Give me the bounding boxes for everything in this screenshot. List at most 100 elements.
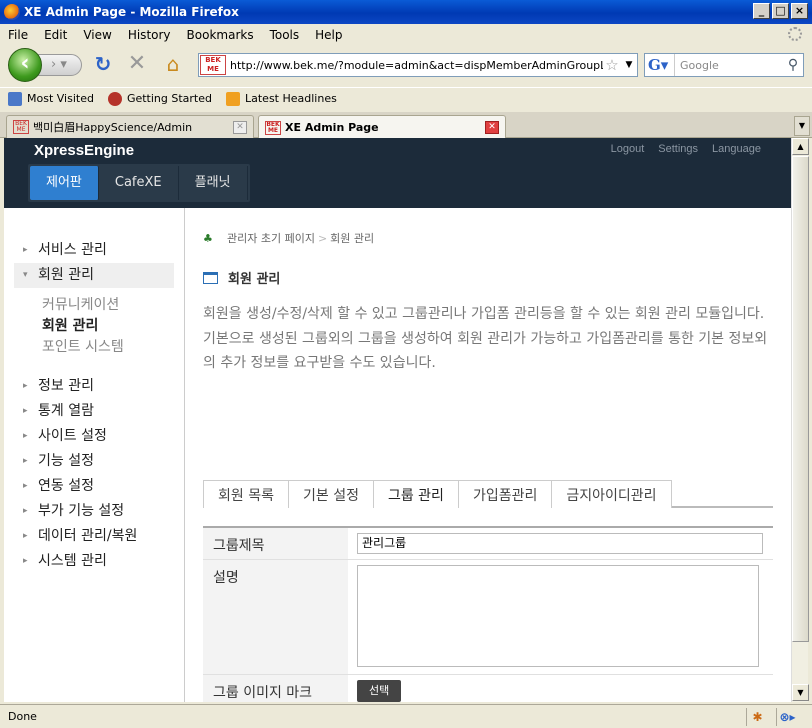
bookmarks-toolbar: Most Visited Getting Started Latest Head… — [0, 87, 812, 109]
window-controls: _ □ × — [753, 3, 808, 19]
reload-icon[interactable]: ↻ — [92, 53, 114, 75]
tab-basic-settings[interactable]: 기본 설정 — [287, 480, 374, 508]
xe-header: XpressEngine Logout Settings Language 제어… — [4, 138, 791, 208]
tab-favicon: BEK ME — [13, 120, 29, 134]
sidebar-sub-point[interactable]: 포인트 시스템 — [42, 336, 124, 356]
tab-group-management[interactable]: 그룹 관리 — [372, 480, 459, 508]
browser-tab-bar: BEK ME 백미白眉HappyScience/Admin ✕ BEK ME X… — [0, 112, 812, 139]
gnb-control-panel[interactable]: 제어판 — [30, 166, 99, 200]
menu-tools[interactable]: Tools — [270, 28, 300, 42]
home-icon[interactable]: ⌂ — [162, 53, 184, 75]
rss-feed-icon — [226, 91, 240, 106]
xe-logo[interactable]: XpressEngine — [34, 142, 134, 159]
menu-file[interactable]: File — [8, 28, 28, 42]
sidebar-item-system[interactable]: 시스템 관리 — [14, 549, 174, 574]
description-line: 기본으로 생성된 그룹외의 그룹을 생성하여 회원 관리가 가능하고 가입폼관리… — [203, 330, 768, 372]
page-title: 회원 관리 — [203, 268, 280, 287]
url-dropdown-icon[interactable]: ▼ — [621, 60, 637, 70]
settings-link[interactable]: Settings — [658, 143, 698, 155]
scroll-thumb[interactable] — [792, 156, 809, 642]
breadcrumb-home[interactable]: 관리자 초기 페이지 — [227, 230, 315, 246]
page-viewport: XpressEngine Logout Settings Language 제어… — [4, 138, 791, 702]
browser-tab-admin-blog[interactable]: BEK ME 백미白眉HappyScience/Admin ✕ — [6, 115, 254, 138]
address-bar[interactable]: BEK ME http://www.bek.me/?module=admin&a… — [198, 53, 638, 77]
vertical-scrollbar[interactable]: ▲ ▼ — [791, 138, 809, 702]
description-line: 회원을 생성/수정/삭제 할 수 있고 그룹관리나 가입폼 관리등을 할 수 있… — [203, 306, 765, 322]
scroll-down-arrow[interactable]: ▼ — [792, 684, 809, 701]
scroll-up-arrow[interactable]: ▲ — [792, 138, 809, 155]
module-description: 회원을 생성/수정/삭제 할 수 있고 그룹관리나 가입폼 관리등을 할 수 있… — [203, 302, 773, 376]
breadcrumb: ♣ 관리자 초기 페이지 > 회원 관리 — [203, 230, 374, 246]
description-cell — [348, 560, 773, 672]
forward-button[interactable]: › ▾ — [38, 54, 82, 76]
tab-join-form[interactable]: 가입폼관리 — [457, 480, 553, 508]
tab-denied-ids[interactable]: 금지아이디관리 — [551, 480, 672, 508]
window-titlebar: XE Admin Page - Mozilla Firefox _ □ × — [0, 0, 812, 24]
select-image-button[interactable]: 선택 — [357, 680, 402, 702]
language-link[interactable]: Language — [712, 143, 761, 155]
group-title-cell: 관리그룹 — [348, 528, 773, 559]
most-visited-icon — [8, 91, 22, 106]
search-icon[interactable]: ⚲ — [783, 57, 803, 73]
stop-icon[interactable]: ✕ — [126, 53, 148, 75]
group-title-label: 그룹제목 — [203, 528, 348, 559]
sidebar-item-site[interactable]: 사이트 설정 — [14, 424, 174, 449]
sidebar-item-data[interactable]: 데이터 관리/복원 — [14, 524, 174, 549]
menu-help[interactable]: Help — [315, 28, 342, 42]
sidebar-item-integration[interactable]: 연동 설정 — [14, 474, 174, 499]
status-text: Done — [8, 710, 37, 723]
group-title-input[interactable]: 관리그룹 — [357, 533, 763, 554]
security-addon-icon[interactable]: ⊗▸ — [776, 708, 798, 726]
sidebar-item-member[interactable]: 회원 관리 — [14, 263, 174, 288]
firefox-icon — [4, 4, 20, 20]
breadcrumb-separator: > — [317, 231, 328, 245]
sidebar-item-info[interactable]: 정보 관리 — [14, 374, 174, 399]
bookmark-star-icon[interactable]: ☆ — [603, 56, 621, 74]
bookmark-latest-headlines[interactable]: Latest Headlines — [226, 91, 337, 106]
sidebar-item-service[interactable]: 서비스 관리 — [14, 238, 174, 263]
url-text[interactable]: http://www.bek.me/?module=admin&act=disp… — [230, 59, 603, 72]
tab-member-list[interactable]: 회원 목록 — [203, 480, 289, 508]
bookmark-most-visited[interactable]: Most Visited — [8, 91, 94, 106]
firebug-icon[interactable]: ✱ — [746, 708, 768, 726]
global-nav: 제어판 CafeXE 플래닛 — [28, 164, 250, 202]
top-links: Logout Settings Language — [611, 143, 761, 155]
search-input[interactable]: Google — [675, 59, 783, 72]
browser-tab-xe-admin[interactable]: BEK ME XE Admin Page ✕ — [258, 115, 506, 139]
logout-link[interactable]: Logout — [611, 143, 645, 155]
tab-list-button[interactable]: ▼ — [794, 116, 810, 136]
menu-view[interactable]: View — [83, 28, 111, 42]
window-title: XE Admin Page - Mozilla Firefox — [24, 5, 239, 19]
description-textarea[interactable] — [357, 565, 759, 667]
search-box[interactable]: G▾ Google ⚲ — [644, 53, 804, 77]
navigation-toolbar: › ▾ ‹ ↻ ✕ ⌂ BEK ME http://www.bek.me/?mo… — [0, 45, 812, 85]
sidebar-item-addon[interactable]: 부가 기능 설정 — [14, 499, 174, 524]
maximize-button[interactable]: □ — [772, 3, 789, 19]
sidebar-item-stats[interactable]: 통계 열람 — [14, 399, 174, 424]
sidebar-sub-member[interactable]: 회원 관리 — [42, 315, 98, 335]
group-title-row: 그룹제목 관리그룹 — [203, 528, 773, 560]
member-tabs: 회원 목록 기본 설정 그룹 관리 가입폼관리 금지아이디관리 — [203, 480, 773, 508]
site-favicon: BEK ME — [200, 55, 226, 75]
gnb-planet[interactable]: 플래닛 — [179, 166, 248, 200]
window-icon — [203, 271, 218, 284]
breadcrumb-current[interactable]: 회원 관리 — [330, 230, 374, 246]
firefox-bookmark-icon — [107, 91, 122, 106]
menu-edit[interactable]: Edit — [44, 28, 67, 42]
menu-history[interactable]: History — [128, 28, 171, 42]
back-button[interactable]: ‹ — [8, 48, 42, 82]
minimize-button[interactable]: _ — [753, 3, 770, 19]
admin-sidebar: 서비스 관리 회원 관리 커뮤니케이션 회원 관리 포인트 시스템 정보 관리 … — [4, 208, 185, 702]
description-label: 설명 — [203, 560, 348, 674]
tab-close-icon[interactable]: ✕ — [485, 121, 499, 134]
bookmark-getting-started[interactable]: Getting Started — [107, 91, 212, 106]
google-engine-icon[interactable]: G▾ — [645, 54, 675, 76]
sidebar-sub-communication[interactable]: 커뮤니케이션 — [42, 294, 119, 314]
sidebar-item-function[interactable]: 기능 설정 — [14, 449, 174, 474]
gnb-cafexe[interactable]: CafeXE — [99, 166, 179, 200]
menu-bookmarks[interactable]: Bookmarks — [187, 28, 254, 42]
tab-close-icon[interactable]: ✕ — [233, 120, 247, 134]
image-mark-label: 그룹 이미지 마크 — [203, 675, 348, 702]
description-row: 설명 — [203, 560, 773, 675]
close-window-button[interactable]: × — [791, 3, 808, 19]
